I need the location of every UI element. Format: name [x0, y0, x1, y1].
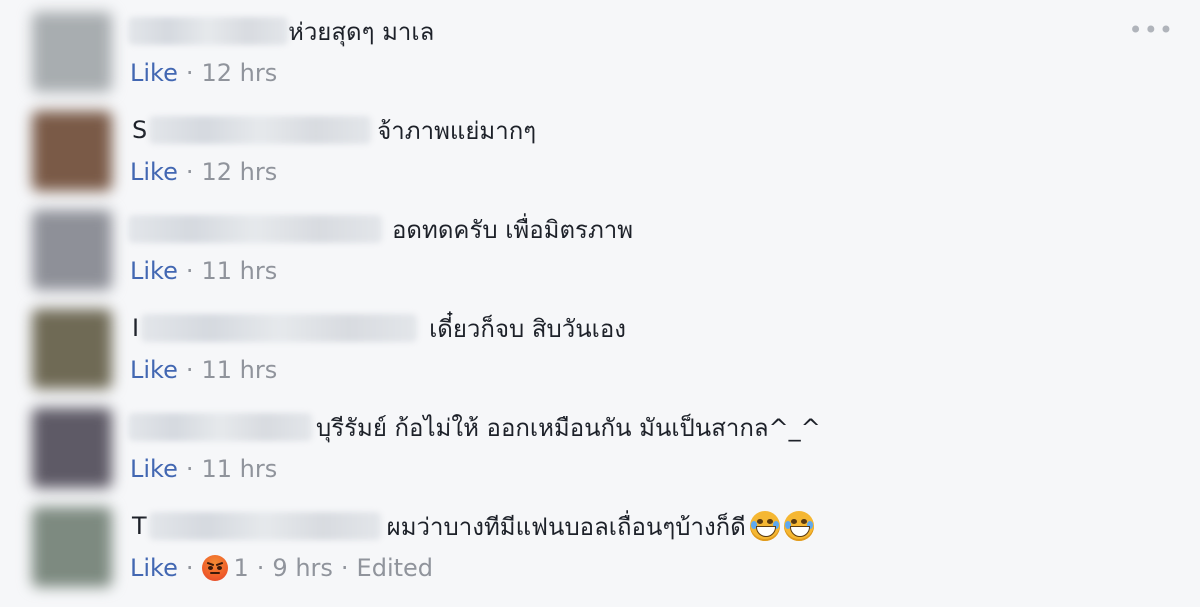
timestamp[interactable]: 11 hrs: [202, 455, 278, 483]
like-link[interactable]: Like: [130, 257, 178, 285]
edited-label[interactable]: Edited: [357, 554, 433, 582]
commenter-initial: T: [132, 512, 147, 540]
like-link[interactable]: Like: [130, 356, 178, 384]
avatar[interactable]: [32, 408, 112, 488]
angry-reaction-icon[interactable]: [201, 555, 228, 581]
comment-meta: Like · 12 hrs: [130, 157, 277, 187]
comment-meta: Like · 12 hrs: [130, 58, 277, 88]
timestamp[interactable]: 12 hrs: [202, 158, 278, 186]
comment-text: ผมว่าบางทีมีแฟนบอลเถื่อนๆบ้างก็ดี: [386, 512, 746, 541]
separator: ·: [256, 554, 265, 582]
comment-meta: Like · 11 hrs: [130, 454, 277, 484]
comment-text: อดทดครับ เพื่อมิตรภาพ: [392, 215, 634, 244]
laughing-tears-emoji: [783, 511, 814, 541]
comment-text: ห่วยสุดๆ มาเล: [288, 17, 435, 46]
comment-meta: Like · 11 hrs: [130, 256, 277, 286]
separator: ·: [185, 356, 194, 384]
like-link[interactable]: Like: [130, 554, 178, 582]
comment-item: อดทดครับ เพื่อมิตรภาพ Like · 11 hrs: [0, 198, 1200, 296]
separator: ·: [185, 158, 194, 186]
avatar[interactable]: [32, 111, 112, 191]
avatar[interactable]: [32, 507, 112, 587]
commenter-name[interactable]: [128, 413, 312, 441]
comment-text: เดี๋ยวก็จบ สิบวันเอง: [429, 314, 626, 343]
separator: ·: [185, 257, 194, 285]
comment-item: บุรีรัมย์ ก้อไม่ให้ ออกเหมือนกัน มันเป็น…: [0, 396, 1200, 494]
timestamp[interactable]: 9 hrs: [272, 554, 332, 582]
like-link[interactable]: Like: [130, 158, 178, 186]
separator: ·: [185, 554, 194, 582]
separator: ·: [340, 554, 349, 582]
comment-item: S จ้าภาพแย่มากๆ Like · 12 hrs: [0, 99, 1200, 197]
comment-meta: Like · 11 hrs: [130, 355, 277, 385]
comment-item: I เดี๋ยวก็จบ สิบวันเอง Like · 11 hrs: [0, 297, 1200, 395]
commenter-name[interactable]: [141, 314, 418, 342]
separator: ·: [185, 455, 194, 483]
commenter-initial: S: [132, 116, 148, 144]
reaction-count[interactable]: 1: [234, 554, 249, 582]
commenter-name[interactable]: [128, 17, 288, 45]
laughing-tears-emoji: [749, 511, 780, 541]
timestamp[interactable]: 11 hrs: [202, 257, 278, 285]
comment-item: T ผมว่าบางทีมีแฟนบอลเถื่อนๆบ้างก็ดี Like…: [0, 495, 1200, 593]
timestamp[interactable]: 12 hrs: [202, 59, 278, 87]
commenter-initial: I: [132, 314, 140, 342]
commenter-name[interactable]: [148, 512, 381, 540]
comment-meta: Like · 1 · 9 hrs · Edited: [130, 553, 433, 583]
avatar[interactable]: [32, 12, 112, 92]
comment-text: จ้าภาพแย่มากๆ: [377, 116, 537, 145]
comment-item: ห่วยสุดๆ มาเล Like · 12 hrs: [0, 0, 1200, 98]
commenter-name[interactable]: [149, 116, 372, 144]
like-link[interactable]: Like: [130, 455, 178, 483]
avatar[interactable]: [32, 210, 112, 290]
like-link[interactable]: Like: [130, 59, 178, 87]
comment-text: บุรีรัมย์ ก้อไม่ให้ ออกเหมือนกัน มันเป็น…: [316, 413, 821, 442]
timestamp[interactable]: 11 hrs: [202, 356, 278, 384]
separator: ·: [185, 59, 194, 87]
commenter-name[interactable]: [128, 215, 382, 243]
avatar[interactable]: [32, 309, 112, 389]
